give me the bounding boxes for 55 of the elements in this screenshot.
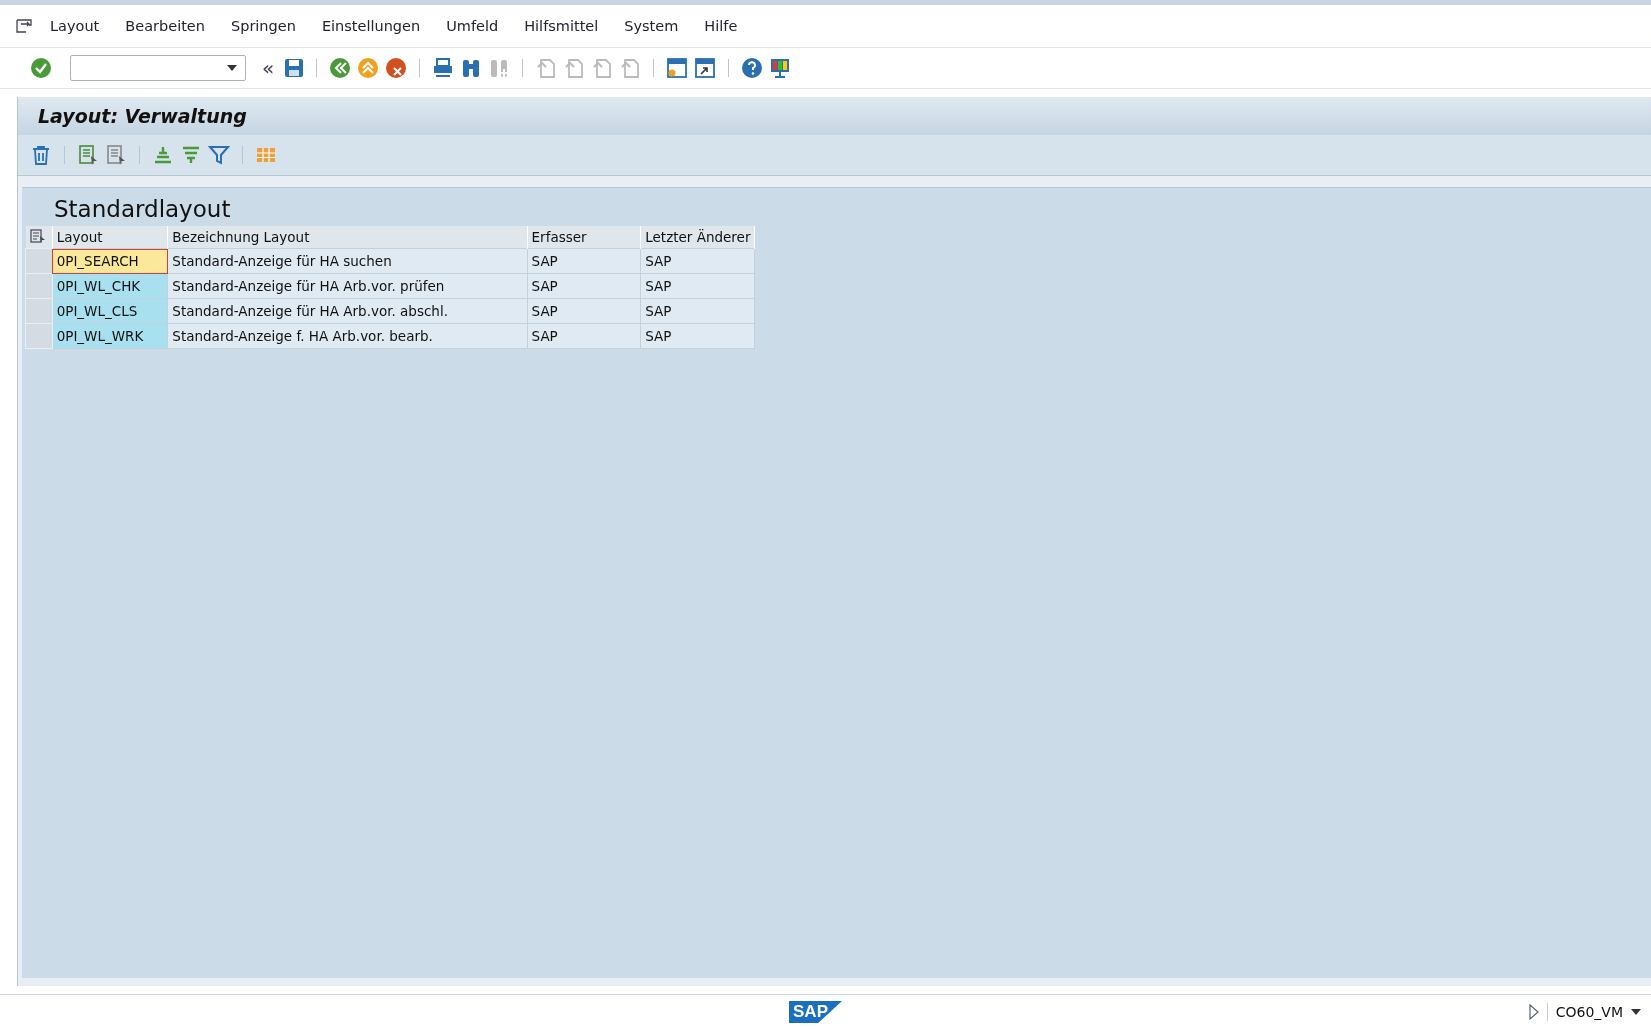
list-select-icon[interactable] bbox=[77, 144, 99, 166]
column-header[interactable]: Layout bbox=[52, 226, 168, 249]
new-window-icon[interactable] bbox=[666, 57, 689, 79]
section-title: Standardlayout bbox=[53, 195, 232, 224]
table-cell: SAP bbox=[527, 273, 641, 299]
table-cell: Standard-Anzeige für HA Arb.vor. prüfen bbox=[167, 273, 528, 299]
table-cell: Standard-Anzeige für HA suchen bbox=[167, 248, 528, 274]
menu-item[interactable]: System bbox=[624, 18, 679, 34]
shortcut-icon[interactable] bbox=[694, 57, 717, 79]
system-label[interactable]: CO60_VM bbox=[1555, 1004, 1623, 1020]
window-title: Layout: Verwaltung bbox=[38, 105, 247, 127]
table-cell: SAP bbox=[640, 323, 755, 349]
collapse-button[interactable]: « bbox=[262, 58, 275, 78]
row-selector[interactable] bbox=[25, 248, 53, 274]
menu-item[interactable]: Springen bbox=[230, 18, 296, 34]
command-field[interactable] bbox=[70, 55, 246, 81]
dropdown-icon[interactable] bbox=[227, 65, 237, 71]
menu-item[interactable]: Umfeld bbox=[446, 18, 499, 34]
up-icon[interactable] bbox=[357, 57, 380, 79]
column-header[interactable]: Letzter Änderer bbox=[640, 226, 755, 249]
table-cell: SAP bbox=[640, 273, 755, 299]
sort-icon[interactable] bbox=[152, 144, 174, 166]
back-icon[interactable] bbox=[329, 57, 352, 79]
menu-item[interactable]: Hilfsmittel bbox=[524, 18, 599, 34]
column-settings-icon[interactable] bbox=[29, 228, 46, 243]
help-icon[interactable] bbox=[741, 57, 764, 79]
table-cell[interactable]: 0PI_WL_CHK bbox=[52, 273, 168, 299]
table-cell[interactable]: 0PI_WL_CLS bbox=[52, 298, 168, 324]
table-cell: SAP bbox=[527, 248, 641, 274]
sap-logo: SAP bbox=[789, 1001, 842, 1023]
print-icon[interactable] bbox=[432, 57, 455, 79]
table-cell: Standard-Anzeige für HA Arb.vor. abschl. bbox=[167, 298, 528, 324]
filter-icon[interactable] bbox=[208, 144, 230, 166]
column-header[interactable]: Erfasser bbox=[527, 226, 641, 249]
sort-down-icon[interactable] bbox=[180, 144, 202, 166]
table-cell[interactable]: 0PI_WL_WRK bbox=[52, 323, 168, 349]
check-icon[interactable] bbox=[30, 57, 52, 79]
menu-item[interactable]: Bearbeiten bbox=[125, 18, 205, 34]
menu-item[interactable]: Einstellungen bbox=[321, 18, 421, 34]
list-deselect-icon[interactable] bbox=[105, 144, 127, 166]
table-cell: SAP bbox=[640, 298, 755, 324]
table-cell: SAP bbox=[640, 248, 755, 274]
save-icon[interactable] bbox=[284, 58, 305, 78]
table-cell[interactable]: 0PI_SEARCH bbox=[52, 248, 168, 274]
expand-icon[interactable] bbox=[1528, 1004, 1539, 1020]
trash-icon[interactable] bbox=[30, 144, 52, 166]
monitor-icon[interactable] bbox=[769, 57, 792, 79]
menu-item[interactable]: Hilfe bbox=[704, 18, 738, 34]
menu-item[interactable]: Layout bbox=[50, 18, 100, 34]
cancel-icon[interactable] bbox=[385, 57, 408, 79]
dropdown-icon[interactable] bbox=[1631, 1009, 1641, 1015]
table-cell: SAP bbox=[527, 323, 641, 349]
table-cell: Standard-Anzeige f. HA Arb.vor. bearb. bbox=[167, 323, 528, 349]
column-header[interactable]: Bezeichnung Layout bbox=[167, 226, 528, 249]
table-cell: SAP bbox=[527, 298, 641, 324]
